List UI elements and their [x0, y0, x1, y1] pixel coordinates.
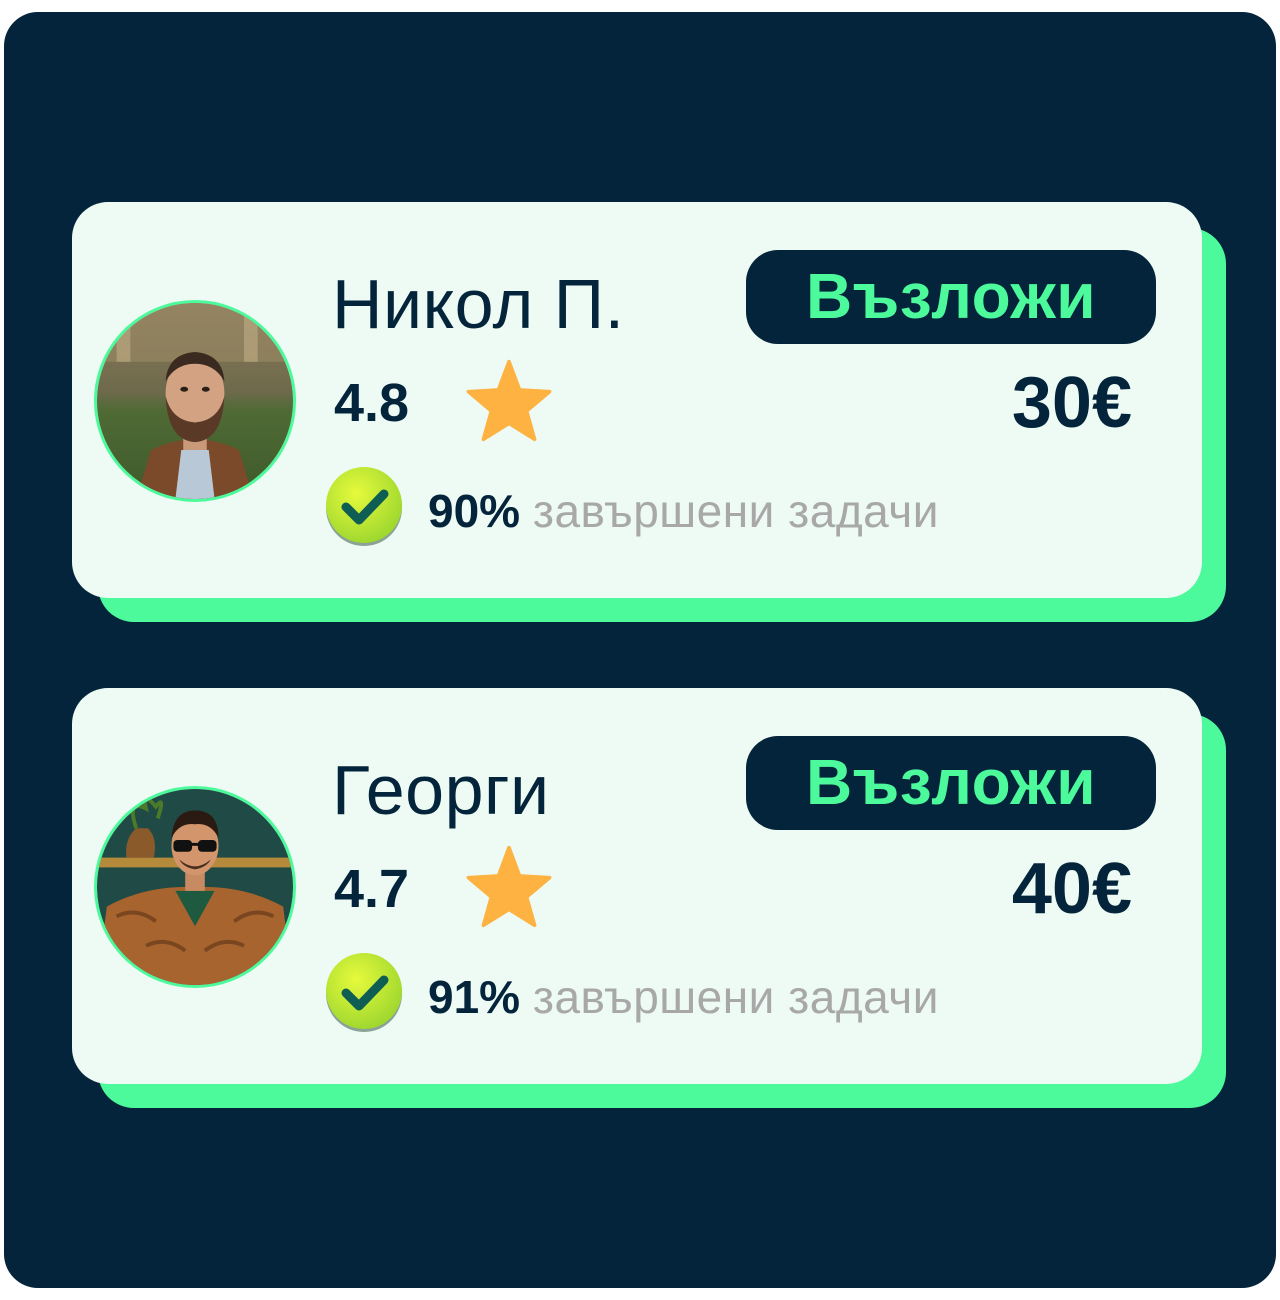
background-panel: Никол П. 4.8 90% завършени задачи Възлож…	[4, 12, 1276, 1288]
completion-label: завършени задачи	[532, 485, 939, 537]
star-icon	[466, 845, 552, 928]
worker-rating: 4.7	[334, 859, 410, 919]
worker-name: Георги	[332, 751, 550, 829]
avatar-photo	[97, 303, 293, 499]
worker-rating: 4.8	[334, 373, 410, 433]
avatar	[94, 786, 296, 988]
assign-button[interactable]: Възложи	[746, 250, 1156, 344]
completion-stat: 91% завършени задачи	[428, 970, 939, 1024]
worker-price: 30€	[1011, 363, 1132, 443]
worker-card-body: Никол П. 4.8 90% завършени задачи Възлож…	[72, 202, 1202, 598]
avatar-photo	[97, 789, 293, 985]
assign-button[interactable]: Възложи	[746, 736, 1156, 830]
worker-name: Никол П.	[332, 265, 625, 343]
completion-percent: 91%	[428, 971, 521, 1023]
checkmark-icon	[326, 467, 402, 546]
worker-card: Георги 4.7 91% завършени задачи Възложи …	[72, 688, 1228, 1112]
worker-price: 40€	[1011, 849, 1132, 929]
checkmark-icon	[326, 953, 402, 1032]
avatar	[94, 300, 296, 502]
star-icon	[466, 359, 552, 442]
completion-stat: 90% завършени задачи	[428, 484, 939, 538]
worker-card: Никол П. 4.8 90% завършени задачи Възлож…	[72, 202, 1228, 626]
completion-label: завършени задачи	[532, 971, 939, 1023]
worker-card-body: Георги 4.7 91% завършени задачи Възложи …	[72, 688, 1202, 1084]
completion-percent: 90%	[428, 485, 521, 537]
